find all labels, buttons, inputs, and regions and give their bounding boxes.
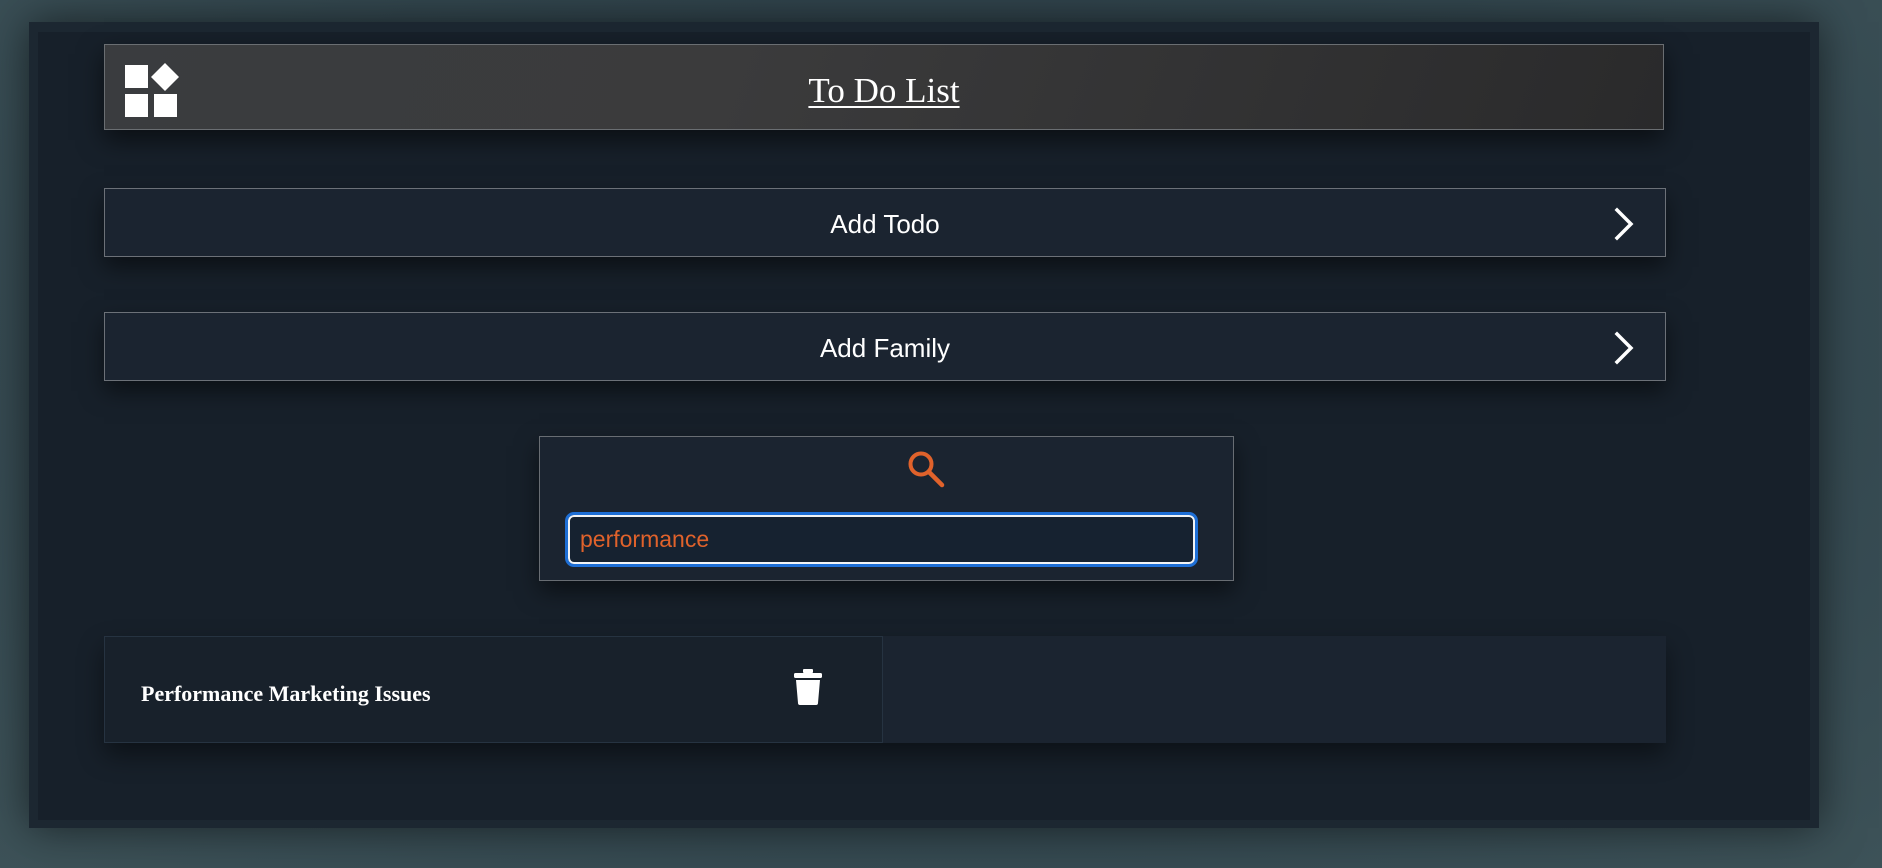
list-item[interactable]: Performance Marketing Issues [104,636,883,743]
search-input[interactable] [565,512,1198,567]
search-panel [539,436,1234,581]
todo-list: Performance Marketing Issues [104,636,1666,743]
todo-title: Performance Marketing Issues [141,681,431,706]
page-title[interactable]: To Do List [105,71,1663,111]
add-family-button[interactable]: Add Family [104,312,1666,381]
add-family-label: Add Family [819,333,951,363]
search-icon[interactable] [906,449,946,489]
header-bar: To Do List [104,44,1664,130]
chevron-right-icon [1614,331,1634,365]
add-todo-button[interactable]: Add Todo [104,188,1666,257]
trash-icon[interactable] [794,669,822,705]
chevron-right-icon [1614,207,1634,241]
add-todo-label: Add Todo [830,209,940,239]
